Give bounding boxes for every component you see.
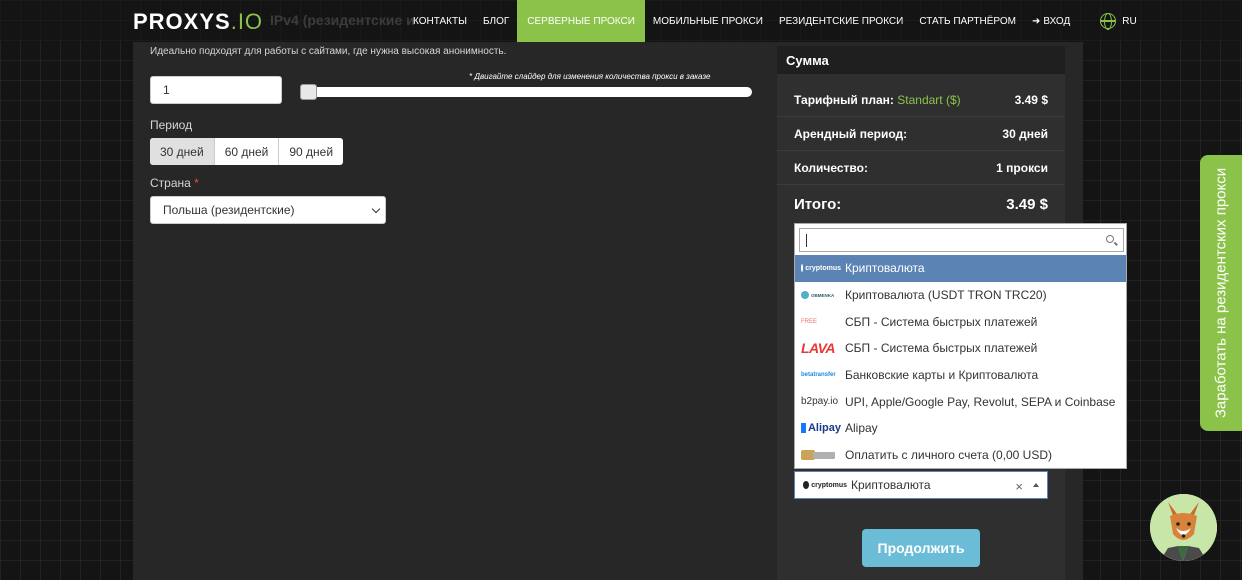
alipay-logo: Alipay [801,421,841,435]
quantity-slider-track[interactable] [300,87,752,97]
period-90-button[interactable]: 90 дней [279,138,343,165]
payment-option-label: Alipay [845,421,878,436]
cryptomus-logo: cryptomus [801,261,841,275]
login-icon: ➜ [1031,15,1041,27]
payment-option-label: Криптовалюта [845,261,925,276]
nav-login[interactable]: ➜ ВХОД [1024,0,1078,42]
clear-icon[interactable]: × [1015,479,1023,494]
payment-option-alipay[interactable]: Alipay Alipay [795,415,1126,442]
affiliate-side-tab[interactable]: Заработать на резидентских прокси [1200,155,1242,431]
nav-residential-proxies[interactable]: РЕЗИДЕНТСКИЕ ПРОКСИ [771,0,911,42]
period-label: Период [150,118,193,132]
language-label: RU [1122,15,1137,27]
payment-search-input[interactable] [799,228,1124,252]
summary-divider [777,150,1065,151]
payment-option-cryptomus[interactable]: cryptomus Криптовалюта [795,255,1126,282]
period-summary-value: 30 дней [1002,127,1048,141]
payment-option-balance[interactable]: Оплатить с личного счета (0,00 USD) [795,442,1126,469]
period-summary-label: Арендный период: [794,127,908,141]
summary-plan-row: Тарифный план: Standart ($) 3.49 $ [794,93,1048,107]
fox-avatar-icon [1150,494,1217,561]
chevron-down-icon [371,204,381,214]
nav-mobile-proxies[interactable]: МОБИЛЬНЫЕ ПРОКСИ [645,0,771,42]
period-30-button[interactable]: 30 дней [150,138,215,165]
cryptomus-logo: cryptomus [803,478,847,492]
nav-blog[interactable]: БЛОГ [475,0,517,42]
page-title-behind-header: IPv4 (резидентские и [270,12,415,28]
total-value: 3.49 $ [1006,196,1048,213]
summary-divider [777,184,1065,185]
slider-hint: * Двигайте слайдер для изменения количес… [469,72,711,81]
betatransfer-logo: betatransfer [801,372,836,379]
summary-title: Сумма [777,46,1065,74]
summary-period-row: Арендный период: 30 дней [794,127,1048,141]
continue-button[interactable]: Продолжить [862,529,980,567]
payment-option-label: Криптовалюта (USDT TRON TRC20) [845,288,1047,303]
main-nav: КОНТАКТЫ БЛОГ СЕРВЕРНЫЕ ПРОКСИ МОБИЛЬНЫЕ… [405,0,1145,42]
country-select[interactable]: Польша (резидентские) [150,196,386,224]
period-60-button[interactable]: 60 дней [215,138,280,165]
qty-summary-label: Количество: [794,161,868,175]
logo[interactable]: PROXYS .IO [133,9,263,35]
payment-option-lava[interactable]: LAVA СБП - Система быстрых платежей [795,335,1126,362]
payment-option-label: Оплатить с личного счета (0,00 USD) [845,448,1053,463]
support-chat-avatar[interactable] [1150,494,1217,561]
country-label-row: Страна * [150,176,199,190]
quantity-input[interactable]: 1 [150,76,282,104]
summary-divider [777,116,1065,117]
payment-options-list: cryptomus Криптовалюта OBMENKA Криптовал… [795,255,1126,469]
payment-dropdown: cryptomus Криптовалюта OBMENKA Криптовал… [794,223,1127,469]
b2pay-logo: b2pay.io [801,396,839,408]
wallet-icon [801,448,841,462]
qty-summary-value: 1 прокси [996,161,1048,175]
total-label: Итого: [794,196,842,213]
plan-price: 3.49 $ [1014,93,1048,107]
nav-contacts[interactable]: КОНТАКТЫ [405,0,475,42]
country-label: Страна [150,176,191,190]
search-icon [1106,235,1114,243]
nav-login-label: ВХОД [1043,15,1071,27]
payment-option-betatransfer[interactable]: betatransfer Банковские карты и Криптова… [795,362,1126,389]
text-cursor [806,234,807,247]
free-logo: FREE [801,318,818,325]
payment-option-obmenka[interactable]: OBMENKA Криптовалюта (USDT TRON TRC20) [795,282,1126,309]
affiliate-side-tab-label: Заработать на резидентских прокси [1212,167,1230,419]
summary-total-row: Итого: 3.49 $ [794,196,1048,213]
top-header: PROXYS .IO IPv4 (резидентские и КОНТАКТЫ … [0,0,1242,42]
payment-option-label: UPI, Apple/Google Pay, Revolut, SEPA и C… [845,394,1116,409]
payment-method-select[interactable]: cryptomus Криптовалюта × [794,471,1048,499]
obmenka-logo: OBMENKA [801,288,841,302]
globe-icon [1100,13,1117,30]
period-selector: 30 дней 60 дней 90 дней [150,138,344,165]
payment-option-label: Банковские карты и Криптовалюта [845,368,1039,383]
country-value: Польша (резидентские) [163,203,295,217]
quantity-slider-handle[interactable] [300,84,317,100]
nav-server-proxies[interactable]: СЕРВЕРНЫЕ ПРОКСИ [517,0,645,42]
payment-selected-label: Криптовалюта [851,478,931,492]
caret-up-icon [1033,483,1039,487]
plan-label: Тарифный план: [794,93,894,107]
required-mark: * [194,176,199,190]
product-description: Идеально подходят для работы с сайтами, … [150,46,507,57]
summary-qty-row: Количество: 1 прокси [794,161,1048,175]
payment-option-label: СБП - Система быстрых платежей [845,341,1038,356]
payment-option-b2pay[interactable]: b2pay.io UPI, Apple/Google Pay, Revolut,… [795,388,1126,415]
language-switcher[interactable]: RU [1092,0,1144,42]
plan-name: Standart ($) [897,93,961,107]
payment-option-label: СБП - Система быстрых платежей [845,314,1038,329]
lava-logo: LAVA [801,341,836,356]
logo-main: PROXYS [133,9,231,34]
payment-option-free[interactable]: FREE СБП - Система быстрых платежей [795,308,1126,335]
nav-partner[interactable]: СТАТЬ ПАРТНЁРОМ [911,0,1024,42]
logo-suffix: .IO [230,9,264,34]
